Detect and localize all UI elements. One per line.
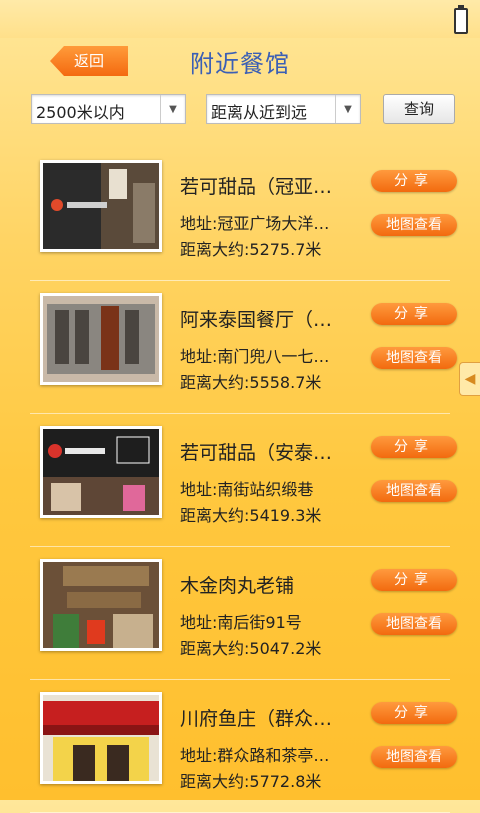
- restaurant-photo: [40, 293, 162, 385]
- list-item[interactable]: 若可甜品（冠亚… 地址:冠亚广场大洋… 距离大约:5275.7米 分享 地图查看: [0, 148, 480, 281]
- sort-select[interactable]: 距离从近到远 ▼: [206, 94, 361, 124]
- restaurant-distance: 距离大约:5558.7米: [180, 373, 322, 392]
- sort-value: 距离从近到远: [211, 103, 308, 122]
- restaurant-distance: 距离大约:5772.8米: [180, 772, 322, 791]
- share-button[interactable]: 分享: [371, 569, 457, 591]
- restaurant-name: 川府鱼庄（群众…: [180, 708, 333, 730]
- restaurant-name: 木金肉丸老铺: [180, 575, 295, 597]
- restaurant-address: 地址:南后街91号: [180, 613, 302, 632]
- share-button[interactable]: 分享: [371, 170, 457, 192]
- restaurant-photo: [40, 692, 162, 784]
- dropdown-arrow-icon: ▼: [160, 95, 185, 123]
- map-view-button[interactable]: 地图查看: [371, 613, 457, 635]
- restaurant-name: 若可甜品（冠亚…: [180, 176, 333, 198]
- list-item[interactable]: 木金肉丸老铺 地址:南后街91号 距离大约:5047.2米 分享 地图查看: [0, 547, 480, 680]
- list-item[interactable]: 若可甜品（安泰… 地址:南街站织缎巷 距离大约:5419.3米 分享 地图查看: [0, 414, 480, 547]
- restaurant-photo: [40, 559, 162, 651]
- dropdown-arrow-icon: ▼: [335, 95, 360, 123]
- restaurant-photo: [40, 160, 162, 252]
- restaurant-list: 若可甜品（冠亚… 地址:冠亚广场大洋… 距离大约:5275.7米 分享 地图查看…: [0, 148, 480, 813]
- list-item[interactable]: 阿来泰国餐厅（… 地址:南门兜八一七… 距离大约:5558.7米 分享 地图查看: [0, 281, 480, 414]
- filter-bar: 2500米以内 ▼ 距离从近到远 ▼ 查询: [0, 92, 480, 126]
- side-drawer-handle[interactable]: ◀: [459, 362, 480, 396]
- restaurant-name: 阿来泰国餐厅（…: [180, 309, 333, 331]
- range-select[interactable]: 2500米以内 ▼: [31, 94, 186, 124]
- restaurant-photo: [40, 426, 162, 518]
- map-view-button[interactable]: 地图查看: [371, 214, 457, 236]
- share-button[interactable]: 分享: [371, 303, 457, 325]
- list-item[interactable]: 川府鱼庄（群众… 地址:群众路和茶亭… 距离大约:5772.8米 分享 地图查看: [0, 680, 480, 813]
- share-button[interactable]: 分享: [371, 702, 457, 724]
- chevron-left-icon: ◀: [464, 371, 476, 387]
- share-button[interactable]: 分享: [371, 436, 457, 458]
- restaurant-address: 地址:冠亚广场大洋…: [180, 214, 330, 233]
- restaurant-distance: 距离大约:5275.7米: [180, 240, 322, 259]
- restaurant-distance: 距离大约:5047.2米: [180, 639, 322, 658]
- page-title: 附近餐馆: [190, 50, 290, 78]
- header-bar: 返回 附近餐馆: [0, 38, 480, 84]
- map-view-button[interactable]: 地图查看: [371, 746, 457, 768]
- query-button[interactable]: 查询: [383, 94, 455, 124]
- range-value: 2500米以内: [36, 103, 125, 122]
- restaurant-address: 地址:群众路和茶亭…: [180, 746, 330, 765]
- map-view-button[interactable]: 地图查看: [371, 347, 457, 369]
- restaurant-address: 地址:南街站织缎巷: [180, 480, 314, 499]
- restaurant-name: 若可甜品（安泰…: [180, 442, 333, 464]
- map-view-button[interactable]: 地图查看: [371, 480, 457, 502]
- battery-icon: [454, 5, 468, 34]
- restaurant-distance: 距离大约:5419.3米: [180, 506, 322, 525]
- restaurant-address: 地址:南门兜八一七…: [180, 347, 330, 366]
- status-bar: [0, 0, 480, 38]
